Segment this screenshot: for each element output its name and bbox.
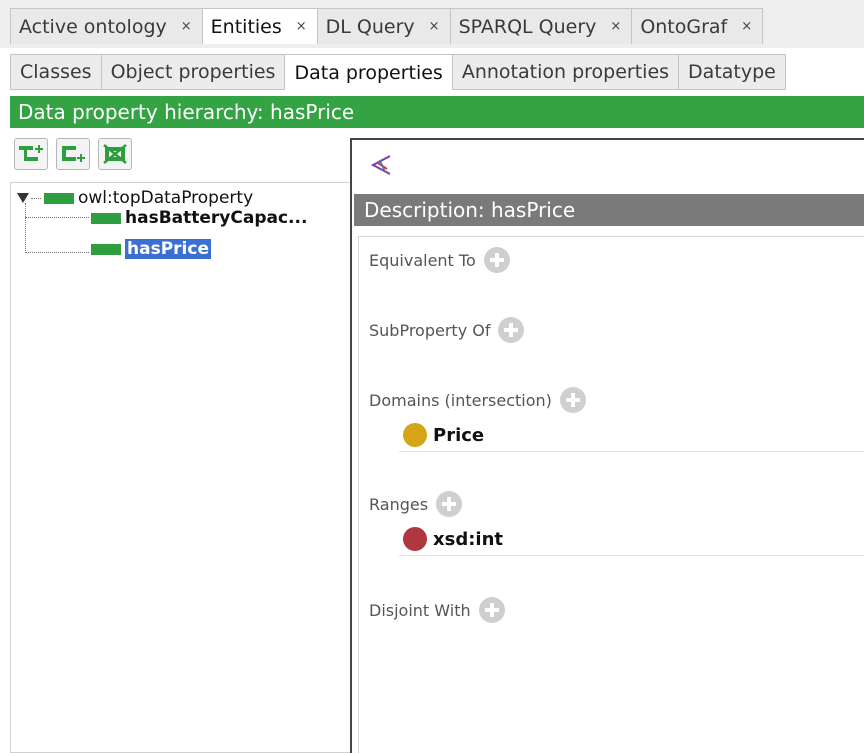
section-equivalent-to: Equivalent To	[369, 247, 510, 273]
datatype-icon	[403, 527, 427, 551]
add-range-button[interactable]	[436, 491, 463, 517]
tab-sparql-query[interactable]: SPARQL Query ×	[450, 8, 633, 44]
tree-node-hasbatterycapacity[interactable]: hasBatteryCapac...	[91, 207, 307, 229]
section-ranges: Ranges	[369, 491, 463, 517]
tree-connector	[25, 203, 26, 253]
section-disjoint-with: Disjoint With	[369, 597, 505, 623]
tree-node-label-selected: hasPrice	[125, 239, 211, 259]
tree-node-label: hasBatteryCapac...	[125, 208, 308, 228]
add-subproperty-button[interactable]	[14, 138, 48, 170]
close-icon[interactable]: ×	[429, 19, 440, 34]
section-label: SubProperty Of	[369, 320, 491, 340]
main-tab-strip: Active ontology × Entities × DL Query × …	[10, 8, 764, 44]
entity-tab-bar: Classes Object properties Data propertie…	[10, 54, 786, 90]
section-label: Disjoint With	[369, 600, 471, 620]
section-subproperty-of: SubProperty Of	[369, 317, 525, 343]
tab-label: Entities	[210, 15, 282, 38]
tab-classes[interactable]: Classes	[10, 54, 102, 90]
description-header: Description: hasPrice	[354, 194, 864, 226]
data-property-icon	[91, 243, 121, 255]
tree-connector	[25, 217, 89, 218]
data-property-tree: owl:topDataProperty hasBatteryCapac... h…	[10, 182, 350, 753]
tab-ontograf[interactable]: OntoGraf ×	[632, 8, 764, 44]
tree-connector	[25, 252, 89, 253]
tab-active-ontology[interactable]: Active ontology ×	[10, 8, 203, 44]
description-panel: Description: hasPrice Equivalent To SubP…	[350, 138, 864, 753]
tree-node-label: owl:topDataProperty	[78, 188, 254, 208]
tab-datatypes[interactable]: Datatype	[679, 54, 786, 90]
tab-label: OntoGraf	[640, 15, 728, 38]
expand-toggle-icon[interactable]	[17, 193, 29, 203]
tab-label: DL Query	[325, 15, 415, 38]
range-label: xsd:int	[433, 528, 503, 550]
hierarchy-toolbar	[14, 138, 132, 170]
tab-dl-query[interactable]: DL Query ×	[317, 8, 451, 44]
domain-label: Price	[433, 424, 485, 446]
add-domain-button[interactable]	[559, 387, 586, 413]
class-icon	[403, 423, 427, 447]
data-property-icon	[91, 212, 121, 224]
domain-item-price[interactable]: Price	[403, 423, 484, 447]
hierarchy-title: Data property hierarchy: hasPrice	[18, 100, 355, 124]
add-subproperty-icon	[19, 145, 43, 161]
delete-property-button[interactable]	[98, 138, 132, 170]
add-disjoint-button[interactable]	[478, 597, 505, 623]
section-label: Ranges	[369, 494, 429, 514]
tab-data-properties[interactable]: Data properties	[285, 54, 453, 90]
tab-label: SPARQL Query	[458, 15, 597, 38]
description-title: Description: hasPrice	[364, 198, 576, 222]
section-label: Domains (intersection)	[369, 390, 552, 410]
add-subproperty-of-button[interactable]	[498, 317, 525, 343]
data-property-icon	[44, 192, 74, 204]
add-sibling-property-button[interactable]	[56, 138, 90, 170]
add-sibling-property-icon	[62, 146, 85, 162]
section-label: Equivalent To	[369, 250, 476, 270]
close-icon[interactable]: ×	[610, 19, 621, 34]
tab-annotation-properties[interactable]: Annotation properties	[452, 54, 680, 90]
protege-logo-icon	[370, 155, 391, 175]
tree-node-hasprice[interactable]: hasPrice	[91, 238, 211, 260]
close-icon[interactable]: ×	[741, 19, 752, 34]
main-tab-bar: Active ontology × Entities × DL Query × …	[0, 0, 864, 48]
close-icon[interactable]: ×	[181, 19, 192, 34]
description-body: Equivalent To SubProperty Of Domains (in…	[358, 236, 864, 753]
tree-connector	[31, 197, 41, 199]
divider	[399, 451, 864, 452]
delete-property-icon	[103, 144, 127, 164]
tab-label: Active ontology	[19, 15, 167, 38]
tab-object-properties[interactable]: Object properties	[101, 54, 286, 90]
add-equivalent-button[interactable]	[483, 247, 510, 273]
tab-entities[interactable]: Entities ×	[202, 8, 318, 44]
close-icon[interactable]: ×	[296, 19, 307, 34]
section-domains: Domains (intersection)	[369, 387, 586, 413]
range-item-xsd-int[interactable]: xsd:int	[403, 527, 503, 551]
tree-node-root[interactable]: owl:topDataProperty	[17, 187, 253, 209]
divider	[399, 555, 864, 556]
hierarchy-header: Data property hierarchy: hasPrice	[10, 96, 864, 128]
